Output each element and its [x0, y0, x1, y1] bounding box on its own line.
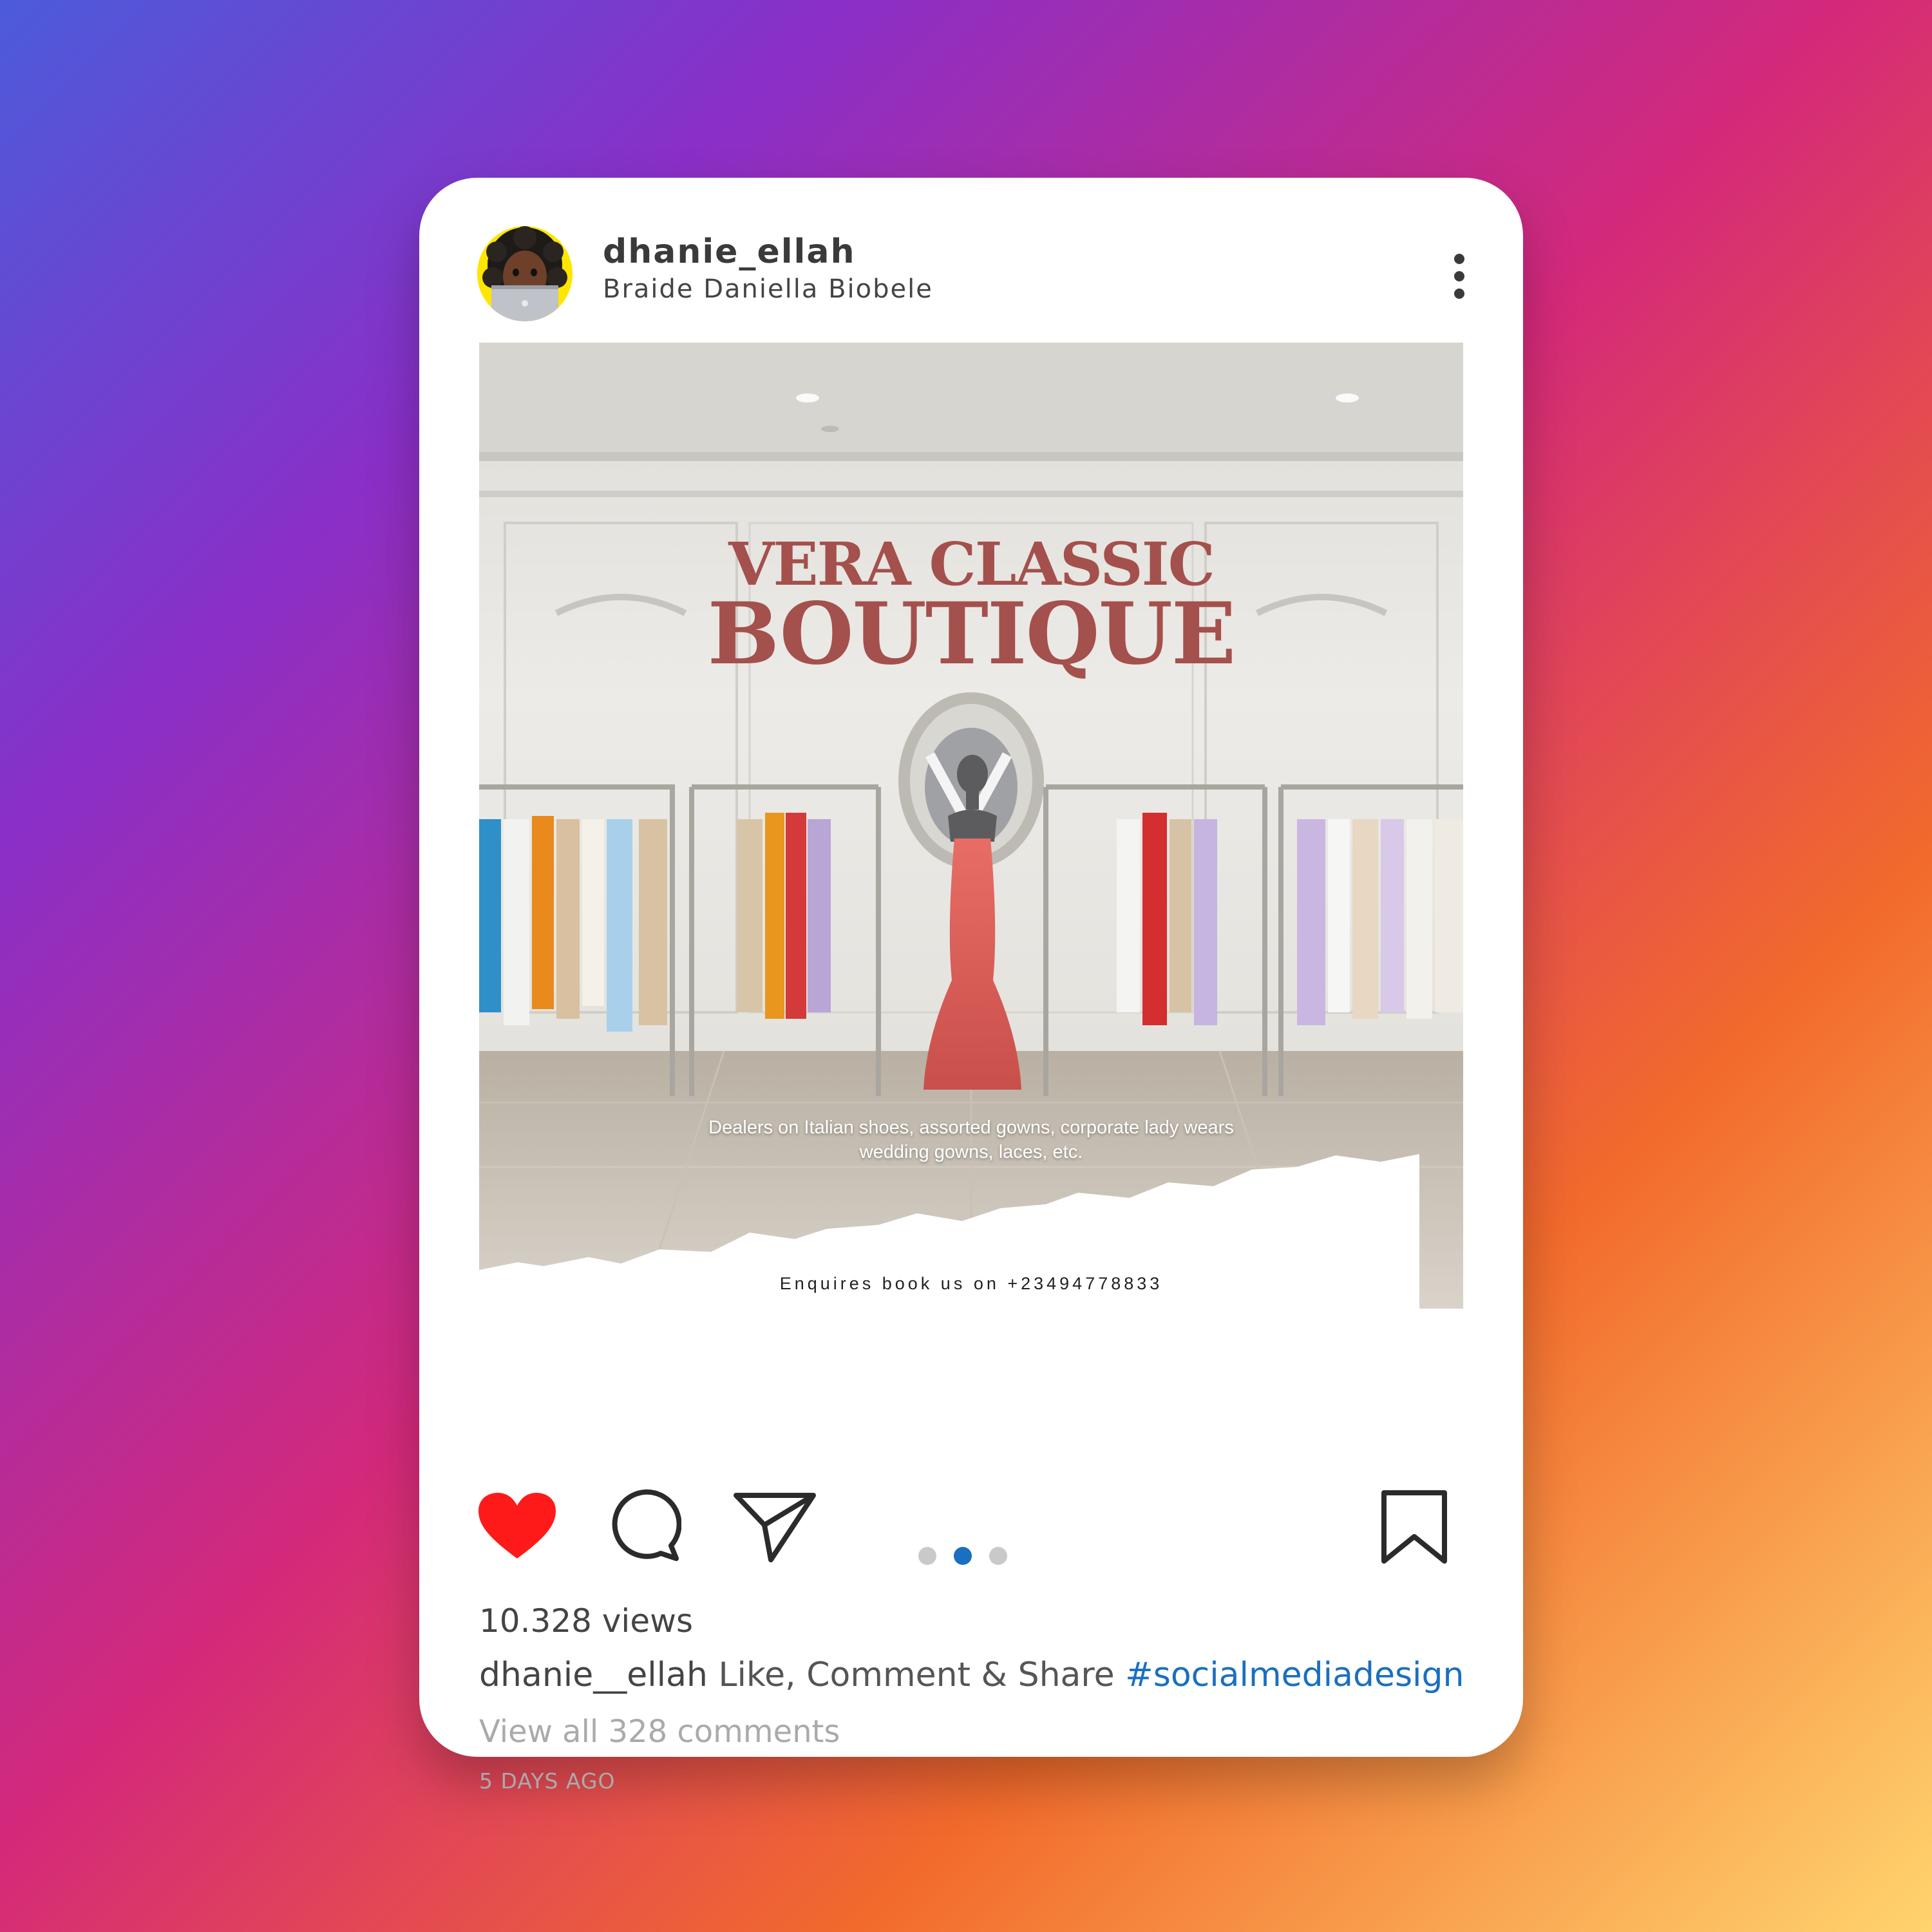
caption-text: Like, Comment & Share — [718, 1656, 1115, 1694]
tagline-line2: wedding gowns, laces, etc. — [859, 1142, 1083, 1162]
like-button[interactable] — [476, 1492, 558, 1562]
tagline-line1: Dealers on Italian shoes, assorted gowns… — [708, 1117, 1234, 1138]
save-button[interactable] — [1379, 1489, 1450, 1566]
comment-bubble-icon — [612, 1489, 682, 1561]
comment-button[interactable] — [609, 1489, 682, 1564]
caption-username[interactable]: dhanie__ellah — [479, 1656, 708, 1694]
view-count: 10.328 views — [479, 1602, 694, 1640]
post-contact: Enquires book us on +23494778833 — [779, 1274, 1163, 1293]
memoji-avatar-icon — [477, 226, 573, 321]
post-timestamp: 5 DAYS AGO — [479, 1768, 616, 1794]
more-vertical-icon — [1454, 289, 1464, 299]
username[interactable]: dhanie_ellah — [603, 232, 855, 271]
bookmark-icon — [1381, 1490, 1447, 1564]
more-vertical-icon — [1454, 254, 1464, 264]
carousel-dot-3[interactable] — [989, 1547, 1007, 1565]
carousel-indicator — [918, 1547, 1009, 1566]
avatar[interactable] — [477, 226, 573, 321]
post-tagline: Dealers on Italian shoes, assorted gowns… — [479, 1115, 1463, 1164]
post-card: dhanie_ellah Braide Daniella Biobele VER… — [419, 178, 1523, 1794]
full-name: Braide Daniella Biobele — [603, 274, 933, 304]
share-button[interactable] — [734, 1492, 817, 1564]
paper-plane-icon — [734, 1493, 816, 1562]
view-comments-link[interactable]: View all 328 comments — [479, 1714, 840, 1750]
carousel-dot-2-active[interactable] — [954, 1547, 972, 1565]
more-options-button[interactable] — [1440, 247, 1479, 305]
heart-filled-icon — [478, 1493, 556, 1558]
caption-hashtag[interactable]: #socialmediadesign — [1125, 1656, 1464, 1694]
caption: dhanie__ellah Like, Comment & Share #soc… — [479, 1656, 1464, 1694]
more-vertical-icon — [1454, 271, 1464, 281]
post-title-line2: BOUTIQUE — [707, 584, 1236, 684]
post-image[interactable]: VERA CLASSIC BOUTIQUE Dealers on Italian… — [479, 343, 1463, 1309]
carousel-dot-1[interactable] — [918, 1547, 936, 1565]
